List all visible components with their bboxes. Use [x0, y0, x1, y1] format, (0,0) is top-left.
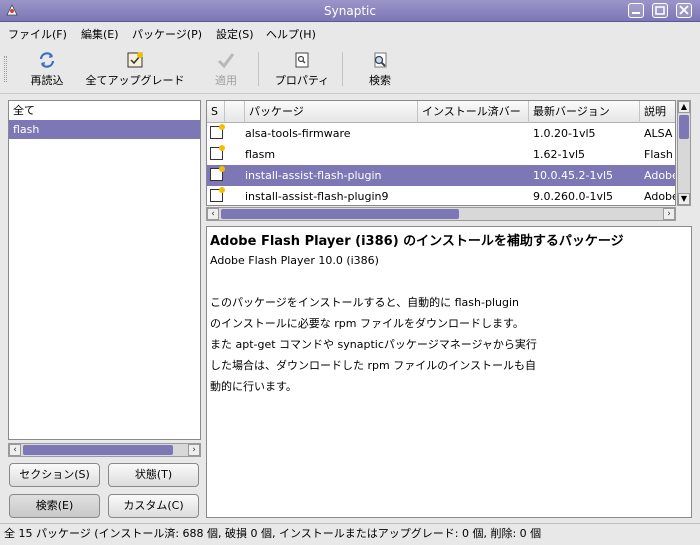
package-desc: Flash [644, 148, 673, 161]
upgrade-all-button[interactable]: 全てアップグレード [82, 47, 188, 91]
menu-bar: ファイル(F) 編集(E) パッケージ(P) 設定(S) ヘルプ(H) [0, 22, 700, 44]
description-line: このパッケージをインストールすると、自動的に flash-plugin [210, 296, 519, 309]
status-bar: 全 15 パッケージ (インストール済: 688 個, 破損 0 個, インスト… [0, 523, 700, 545]
description-line: また apt-get コマンドや synapticパッケージマネージャから実行 [210, 338, 537, 351]
scroll-left-icon[interactable]: ‹ [207, 208, 219, 220]
scroll-up-icon[interactable]: ▲ [678, 101, 690, 113]
package-table-vscrollbar[interactable]: ▲ ▼ [677, 100, 691, 206]
scroll-left-icon[interactable]: ‹ [9, 444, 21, 456]
package-desc: Adobe [644, 190, 676, 203]
description-title: Adobe Flash Player (i386) のインストールを補助するパッ… [210, 234, 624, 249]
minimize-icon [632, 12, 640, 14]
package-table-hscrollbar[interactable]: ‹ › [206, 207, 676, 221]
properties-button[interactable]: プロパティ [270, 47, 334, 91]
package-name: install-assist-flash-plugin9 [245, 190, 389, 203]
menu-settings[interactable]: 設定(S) [216, 26, 254, 42]
menu-file[interactable]: ファイル(F) [8, 26, 67, 42]
package-description-pane: Adobe Flash Player (i386) のインストールを補助するパッ… [206, 226, 692, 518]
toolbar: 再読込 全てアップグレード 適用 プロパティ 検索 [0, 44, 700, 94]
menu-edit[interactable]: 編集(E) [81, 26, 119, 42]
maximize-button[interactable] [652, 3, 668, 18]
search-label: 検索 [369, 74, 391, 87]
package-desc: Adobe [644, 169, 676, 182]
package-latest-version: 1.0.20-1vl5 [533, 127, 596, 140]
filter-item-all[interactable]: 全て [9, 101, 200, 120]
description-line: 動的に行います。 [210, 380, 297, 393]
column-spacer [225, 101, 245, 123]
column-package[interactable]: パッケージ [245, 101, 418, 123]
scroll-right-icon[interactable]: › [663, 208, 675, 220]
menu-package[interactable]: パッケージ(P) [132, 26, 202, 42]
filter-list-hscrollbar[interactable]: ‹ › [8, 443, 201, 457]
scroll-thumb[interactable] [23, 445, 173, 455]
apply-button[interactable]: 適用 [206, 47, 246, 91]
filter-item-flash[interactable]: flash [9, 120, 200, 139]
table-header: S パッケージ インストール済バー 最新バージョン 説明 [207, 101, 675, 123]
description-line [210, 271, 688, 292]
toolbar-separator [342, 52, 343, 86]
description-line: のインストールに必要な rpm ファイルをダウンロードします。 [210, 317, 524, 330]
reload-button[interactable]: 再読込 [22, 47, 72, 91]
package-name: alsa-tools-firmware [245, 127, 351, 140]
column-latest-version[interactable]: 最新バージョン [529, 101, 640, 123]
package-desc: ALSA [644, 127, 673, 140]
column-description[interactable]: 説明 [640, 101, 675, 123]
checkmark-icon [217, 53, 235, 69]
package-status-icon[interactable] [210, 145, 225, 160]
table-row[interactable]: flasm 1.62-1vl5 Flash [207, 144, 675, 165]
toolbar-grip[interactable] [4, 56, 7, 82]
sections-button[interactable]: セクション(S) [9, 463, 100, 487]
scroll-down-icon[interactable]: ▼ [678, 193, 690, 205]
column-installed-version[interactable]: インストール済バー [418, 101, 529, 123]
package-name: install-assist-flash-plugin [245, 169, 382, 182]
custom-button[interactable]: カスタム(C) [108, 494, 199, 518]
column-status[interactable]: S [207, 101, 225, 123]
search-results-button[interactable]: 検索(E) [9, 494, 100, 518]
package-latest-version: 9.0.260.0-1vl5 [533, 190, 614, 203]
window-title: Synaptic [324, 4, 376, 18]
status-button[interactable]: 状態(T) [108, 463, 199, 487]
search-icon [374, 52, 387, 68]
properties-icon [295, 52, 309, 68]
package-table: S パッケージ インストール済バー 最新バージョン 説明 alsa-tools-… [206, 100, 676, 206]
close-icon [679, 5, 689, 15]
description-line: した場合は、ダウンロードした rpm ファイルのインストールも自 [210, 359, 536, 372]
reload-icon [39, 52, 55, 68]
package-name: flasm [245, 148, 276, 161]
scroll-right-icon[interactable]: › [188, 444, 200, 456]
upgrade-all-label: 全てアップグレード [85, 74, 185, 87]
package-latest-version: 10.0.45.2-1vl5 [533, 169, 614, 182]
table-row[interactable]: install-assist-flash-plugin9 9.0.260.0-1… [207, 186, 676, 205]
scroll-thumb[interactable] [221, 209, 459, 219]
table-row[interactable]: alsa-tools-firmware 1.0.20-1vl5 ALSA [207, 123, 675, 144]
package-status-icon[interactable] [210, 166, 225, 181]
maximize-icon [655, 6, 665, 15]
title-bar[interactable]: Synaptic [0, 0, 700, 22]
filter-list: 全て flash [8, 100, 201, 440]
minimize-button[interactable] [628, 3, 644, 18]
table-row[interactable]: install-assist-flash-plugin 10.0.45.2-1v… [207, 165, 676, 186]
search-toolbar-button[interactable]: 検索 [358, 47, 402, 91]
scroll-thumb[interactable] [679, 115, 689, 139]
menu-help[interactable]: ヘルプ(H) [266, 26, 316, 42]
close-button[interactable] [676, 3, 692, 18]
properties-label: プロパティ [274, 74, 330, 87]
toolbar-separator [258, 52, 259, 86]
package-latest-version: 1.62-1vl5 [533, 148, 586, 161]
package-status-icon[interactable] [210, 187, 225, 202]
apply-label: 適用 [215, 74, 237, 87]
reload-label: 再読込 [30, 74, 64, 87]
description-subtitle: Adobe Flash Player 10.0 (i386) [210, 254, 379, 267]
upgrade-all-icon [127, 52, 143, 68]
package-status-icon[interactable] [210, 124, 225, 139]
